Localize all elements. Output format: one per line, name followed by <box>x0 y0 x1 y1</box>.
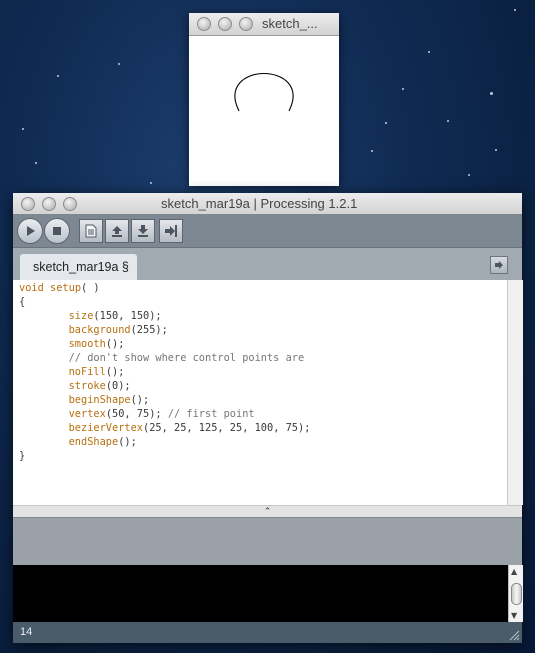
play-icon <box>27 226 35 236</box>
tab-bar: sketch_mar19a § <box>13 248 522 280</box>
main-window-titlebar[interactable]: sketch_mar19a | Processing 1.2.1 <box>13 193 522 215</box>
new-button[interactable] <box>79 219 103 243</box>
zoom-button[interactable] <box>63 197 77 211</box>
code-line: beginShape(); <box>69 394 150 406</box>
minimize-button[interactable] <box>218 17 232 31</box>
main-window-title: sketch_mar19a | Processing 1.2.1 <box>161 196 358 211</box>
star <box>495 149 497 151</box>
new-file-icon <box>85 224 97 238</box>
export-arrow-icon <box>165 225 177 237</box>
code-line: noFill(); <box>69 366 125 378</box>
star <box>22 128 24 130</box>
tab-sketch-mar19a[interactable]: sketch_mar19a § <box>20 254 137 280</box>
status-bar: 14 <box>13 622 522 643</box>
sketch-window: sketch_... <box>189 13 339 186</box>
zoom-button[interactable] <box>239 17 253 31</box>
code-text: (); <box>105 338 125 350</box>
minimize-button[interactable] <box>42 197 56 211</box>
line-number: 14 <box>20 626 33 638</box>
star <box>490 92 493 95</box>
star <box>428 51 430 53</box>
run-button[interactable] <box>17 218 43 244</box>
code-line: size(150, 150); <box>69 310 162 322</box>
code-function: vertex <box>68 408 106 420</box>
code-line: smooth(); <box>69 338 125 350</box>
tab-menu-arrow-icon <box>495 261 503 269</box>
code-function: stroke <box>68 380 106 392</box>
save-arrow-down-icon <box>138 225 148 237</box>
star <box>371 150 373 152</box>
star <box>514 9 516 11</box>
tab-menu-button[interactable] <box>490 256 508 274</box>
code-editor[interactable]: void setup( ) { size(150, 150); backgrou… <box>13 280 507 505</box>
scroll-up-arrow-icon[interactable]: ▲ <box>511 567 517 576</box>
code-function: bezierVertex <box>68 422 144 434</box>
code-text: (); <box>105 366 125 378</box>
code-line: } <box>19 450 26 462</box>
star <box>385 122 387 124</box>
star <box>150 182 152 184</box>
star <box>118 63 120 65</box>
editor-scrollbar[interactable] <box>507 280 523 505</box>
scroll-down-arrow-icon[interactable]: ▼ <box>511 611 517 620</box>
stop-icon <box>53 227 61 235</box>
star <box>402 88 404 90</box>
code-line: stroke(0); <box>69 380 131 392</box>
console-output[interactable] <box>13 565 508 622</box>
code-text: (50, 75); <box>105 408 168 420</box>
code-line: bezierVertex(25, 25, 125, 25, 100, 75); <box>69 422 311 434</box>
open-arrow-up-icon <box>112 226 122 237</box>
close-button[interactable] <box>197 17 211 31</box>
code-text: (); <box>130 394 150 406</box>
code-function: size <box>68 310 94 322</box>
toolbar <box>13 214 522 248</box>
code-comment: // don't show where control points are <box>68 352 305 364</box>
sketch-canvas <box>189 36 339 186</box>
code-function: background <box>68 324 131 336</box>
code-text: (0); <box>105 380 131 392</box>
code-function: endShape <box>68 436 119 448</box>
code-function: noFill <box>68 366 106 378</box>
code-line: void setup( ) <box>19 282 100 294</box>
open-button[interactable] <box>105 219 129 243</box>
code-text: ( ) <box>81 282 100 294</box>
console-scrollbar[interactable]: ▲ ▼ <box>508 565 523 622</box>
message-area <box>13 517 522 566</box>
collapse-arrow-icon: ⌃ <box>263 507 272 517</box>
code-function: setup <box>50 282 82 294</box>
stop-button[interactable] <box>44 218 70 244</box>
code-keyword: void <box>19 282 44 294</box>
code-function: beginShape <box>68 394 131 406</box>
star <box>57 75 59 77</box>
code-function: smooth <box>68 338 106 350</box>
save-button[interactable] <box>131 219 155 243</box>
resize-grip-icon[interactable] <box>509 630 520 641</box>
sketch-window-title: sketch_... <box>262 16 318 31</box>
code-line: vertex(50, 75); // first point <box>69 408 255 420</box>
code-text: (); <box>118 436 137 448</box>
code-line: endShape(); <box>69 436 137 448</box>
star <box>35 162 37 164</box>
close-button[interactable] <box>21 197 35 211</box>
code-text: (255); <box>130 324 168 336</box>
star <box>447 120 449 122</box>
export-button[interactable] <box>159 219 183 243</box>
code-line: background(255); <box>69 324 168 336</box>
code-text: (150, 150); <box>93 310 162 322</box>
code-text: (25, 25, 125, 25, 100, 75); <box>143 422 311 434</box>
code-line: { <box>19 296 26 308</box>
code-comment: // first point <box>167 408 255 420</box>
sketch-window-titlebar[interactable]: sketch_... <box>189 13 339 36</box>
processing-ide-window: sketch_mar19a | Processing 1.2.1 sketch_… <box>13 193 523 643</box>
star <box>468 174 470 176</box>
scroll-thumb[interactable] <box>511 583 522 605</box>
